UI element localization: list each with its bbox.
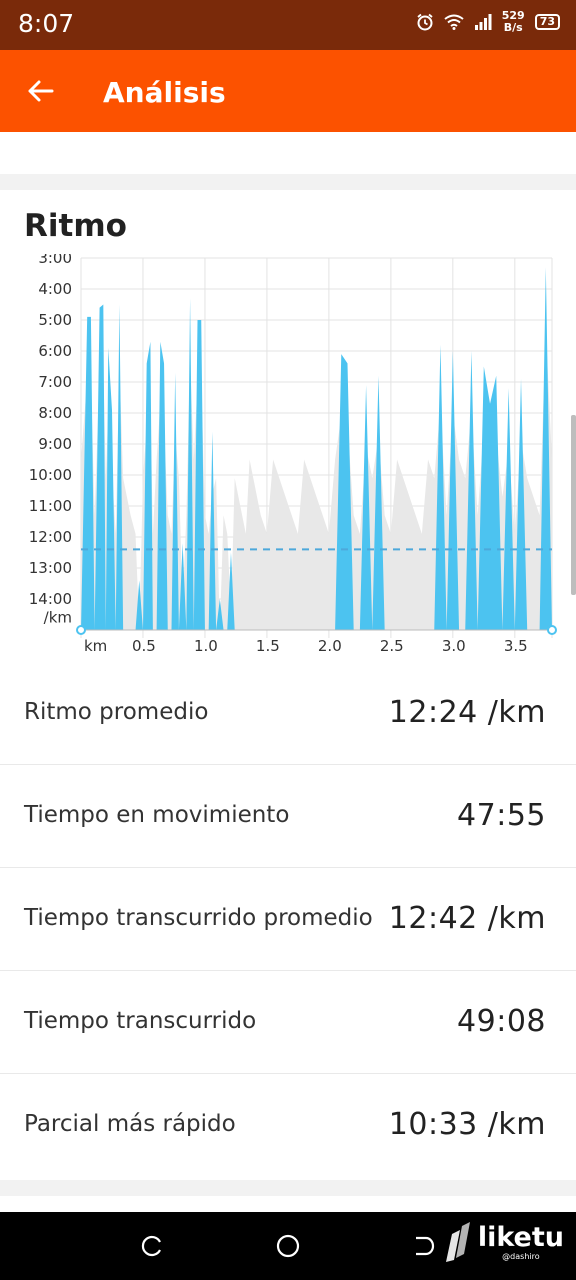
alarm-icon [416, 13, 434, 31]
wifi-icon [444, 14, 464, 30]
signal-icon [474, 14, 492, 30]
y-tick-label: 8:00 [38, 404, 72, 422]
previous-card-edge [0, 132, 576, 174]
pace-chart[interactable]: 3:00 4:00 5:00 6:00 7:00 8:00 9:00 10:00 11:00 12… [0, 254, 576, 654]
recents-icon [141, 1235, 161, 1257]
x-tick-label: 3.5 [504, 637, 528, 654]
back-arrow-icon [28, 80, 54, 102]
stat-row-moving-time: Tiempo en movimiento 47:55 [0, 765, 576, 868]
y-tick-label: 4:00 [38, 280, 72, 298]
stat-row-average-elapsed: Tiempo transcurrido promedio 12:42 /km [0, 868, 576, 971]
network-speed: 529 B/s [502, 10, 525, 34]
status-time: 8:07 [18, 9, 75, 38]
y-unit-label: /km [44, 609, 72, 627]
stat-value: 12:42 /km [388, 901, 546, 936]
y-tick-label: 14:00 [29, 590, 72, 608]
stat-row-average-pace: Ritmo promedio 12:24 /km [0, 662, 576, 765]
y-tick-label: 5:00 [38, 311, 72, 329]
scrollbar[interactable] [571, 415, 576, 595]
stat-row-elapsed-time: Tiempo transcurrido 49:08 [0, 971, 576, 1074]
y-tick-label: 6:00 [38, 342, 72, 360]
watermark: liketu @dashiro [442, 1220, 564, 1264]
y-tick-label: 10:00 [29, 466, 72, 484]
stat-value: 47:55 [457, 798, 546, 833]
stat-label: Tiempo transcurrido [24, 1008, 257, 1034]
y-tick-label: 13:00 [29, 559, 72, 577]
x-tick-label: 1.5 [256, 637, 280, 654]
next-card-edge [0, 1196, 576, 1212]
stat-value: 10:33 /km [388, 1107, 546, 1142]
stat-value: 12:24 /km [388, 695, 546, 730]
x-tick-label: 2.5 [380, 637, 404, 654]
page-title: Análisis [103, 76, 226, 109]
back-button[interactable] [22, 73, 58, 109]
home-icon [276, 1234, 300, 1258]
range-end-handle [547, 625, 557, 635]
watermark-user: @dashiro [502, 1251, 540, 1261]
battery-level: 73 [539, 15, 555, 28]
pace-card: Ritmo 3:00 4:00 5:00 6:00 7:00 8:00 9:00 10:00 1… [0, 190, 576, 1180]
status-bar: 8:07 529 B/s 73 [0, 0, 576, 50]
battery-icon: 73 [534, 14, 560, 30]
app-bar: Análisis [0, 50, 576, 132]
y-tick-label: 3:00 [38, 254, 72, 267]
liketu-logo-icon [445, 1222, 470, 1262]
back-nav-button[interactable] [412, 1234, 436, 1263]
x-tick-label: 1.0 [194, 637, 218, 654]
system-nav-bar: liketu @dashiro [0, 1212, 576, 1280]
back-nav-icon [416, 1236, 435, 1256]
section-title: Ritmo [24, 208, 127, 244]
y-tick-label: 9:00 [38, 435, 72, 453]
y-tick-label: 7:00 [38, 373, 72, 391]
watermark-brand: liketu [477, 1221, 564, 1253]
x-tick-label: km [84, 637, 107, 654]
x-tick-label: 3.0 [442, 637, 466, 654]
range-start-handle [76, 625, 86, 635]
home-button[interactable] [276, 1234, 300, 1263]
status-icons: 529 B/s 73 [416, 10, 560, 34]
recents-button[interactable] [140, 1234, 164, 1263]
x-tick-label: 0.5 [132, 637, 156, 654]
y-tick-label: 12:00 [29, 528, 72, 546]
stats-list: Ritmo promedio 12:24 /km Tiempo en movim… [0, 662, 576, 1176]
y-tick-label: 11:00 [29, 497, 72, 515]
stat-label: Tiempo transcurrido promedio [24, 905, 373, 931]
stat-value: 49:08 [457, 1004, 546, 1039]
stat-row-fastest-split: Parcial más rápido 10:33 /km [0, 1074, 576, 1176]
stat-label: Tiempo en movimiento [24, 802, 290, 828]
x-tick-label: 2.0 [318, 637, 342, 654]
network-speed-unit: B/s [503, 21, 523, 34]
stat-label: Parcial más rápido [24, 1111, 236, 1137]
stat-label: Ritmo promedio [24, 699, 209, 725]
